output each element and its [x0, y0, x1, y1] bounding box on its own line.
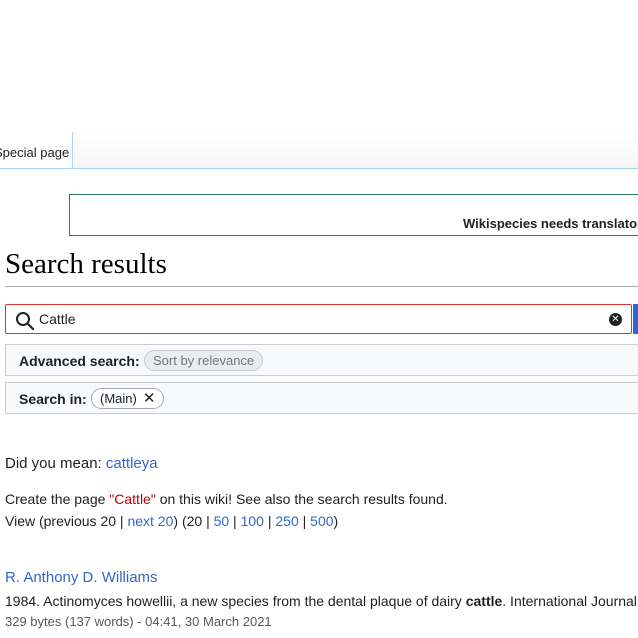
page-title: Search results — [5, 248, 167, 280]
advanced-search-label: Advanced search: — [19, 353, 140, 369]
did-you-mean: Did you mean: cattleya — [5, 455, 158, 472]
create-page-notice: Create the page "Cattle" on this wiki! S… — [5, 491, 448, 507]
result-snippet: 1984. Actinomyces howellii, a new specie… — [5, 593, 637, 609]
limit-50-link[interactable]: 50 — [214, 513, 230, 529]
tab-bar: Special page — [0, 132, 638, 169]
paging-view-text: View (previous 20 | — [5, 513, 128, 529]
paging-mid-text: ) (20 | — [173, 513, 214, 529]
sort-chip[interactable]: Sort by relevance — [144, 350, 264, 371]
site-notice-text[interactable]: Wikispecies needs translators — [463, 216, 638, 231]
namespace-chip-label: (Main) — [100, 391, 137, 406]
limit-250-link[interactable]: 250 — [275, 513, 298, 529]
create-page-link[interactable]: "Cattle" — [109, 491, 156, 507]
clear-search-icon[interactable]: ✕ — [609, 313, 622, 326]
paging-sep: | — [298, 513, 311, 529]
paging-sep: | — [229, 513, 241, 529]
search-input[interactable] — [39, 309, 599, 329]
tab-special-page[interactable]: Special page — [0, 132, 73, 168]
title-divider — [5, 286, 638, 287]
paging-close: ) — [333, 513, 339, 529]
limit-500-link[interactable]: 500 — [310, 513, 333, 529]
result-metadata: 329 bytes (137 words) - 04:41, 30 March … — [5, 614, 272, 629]
namespace-chip[interactable]: (Main) ✕ — [91, 388, 165, 409]
paging-sep: | — [263, 513, 276, 529]
limit-100-link[interactable]: 100 — [241, 513, 264, 529]
snippet-before: 1984. Actinomyces howellii, a new specie… — [5, 593, 466, 609]
create-before: Create the page — [5, 491, 110, 507]
site-notice: Wikispecies needs translators — [69, 194, 638, 236]
snippet-after: . International Journal — [502, 593, 637, 609]
search-icon — [16, 312, 35, 331]
did-you-mean-prefix: Did you mean: — [5, 455, 106, 472]
next-20-link[interactable]: next 20 — [127, 513, 173, 529]
advanced-search-panel[interactable]: Advanced search: Sort by relevance — [5, 344, 638, 376]
search-button[interactable] — [633, 304, 638, 334]
search-in-label: Search in: — [19, 391, 87, 407]
tab-special-page-label: Special page — [0, 145, 70, 160]
snippet-match: cattle — [465, 593, 503, 609]
remove-namespace-icon[interactable]: ✕ — [143, 390, 156, 407]
result-title-link[interactable]: R. Anthony D. Williams — [5, 569, 158, 586]
suggestion-link[interactable]: cattleya — [106, 455, 158, 472]
create-after: on this wiki! See also the search result… — [155, 491, 448, 507]
search-box[interactable]: ✕ — [5, 304, 632, 334]
paging-controls: View (previous 20 | next 20) (20 | 50 | … — [5, 513, 338, 529]
search-in-panel[interactable]: Search in: (Main) ✕ — [5, 382, 638, 414]
